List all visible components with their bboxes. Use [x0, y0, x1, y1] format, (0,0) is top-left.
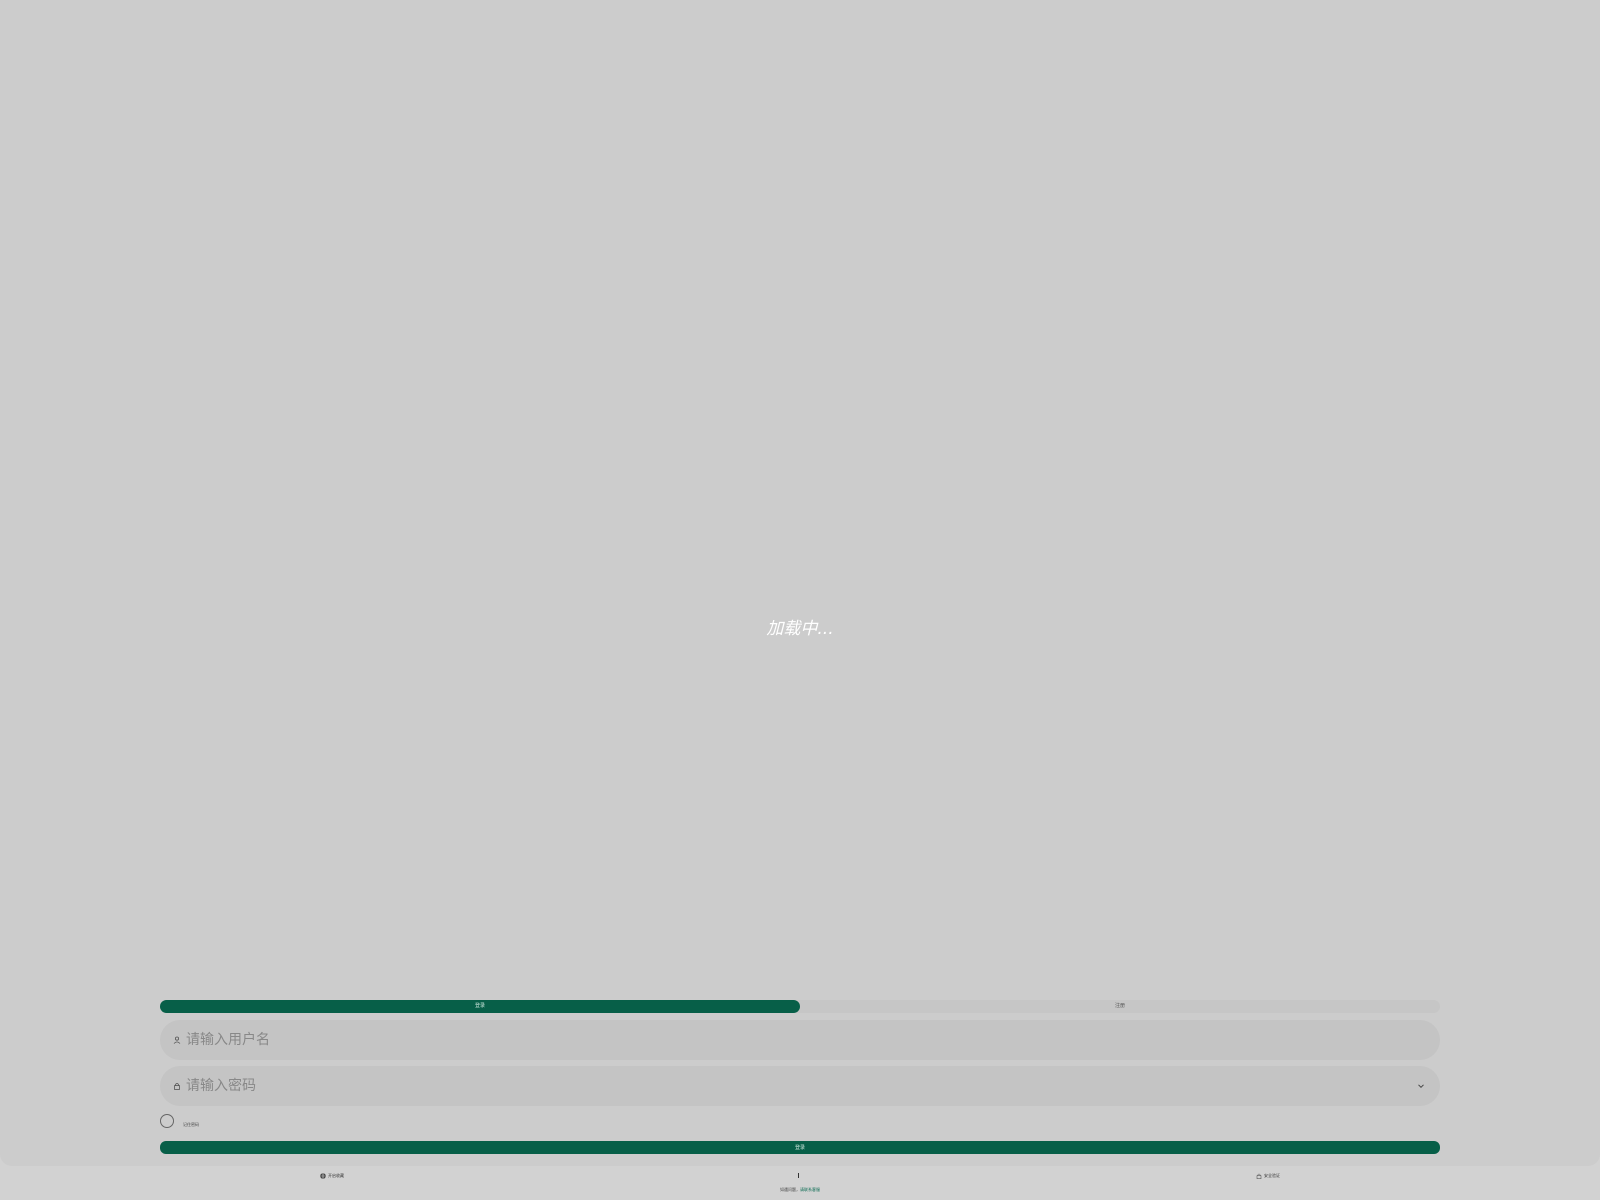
contact-support-link[interactable]: 请联系客服	[800, 1187, 820, 1192]
user-icon	[172, 1035, 182, 1045]
tab-login[interactable]: 登录	[160, 1000, 800, 1013]
footer-favorite-link[interactable]: 开启收藏	[320, 1172, 344, 1180]
username-field[interactable]	[160, 1020, 1440, 1060]
username-input[interactable]	[186, 1025, 1426, 1055]
password-field[interactable]	[160, 1066, 1440, 1106]
lock-icon	[1256, 1173, 1262, 1179]
footer-divider	[798, 1173, 799, 1178]
chevron-down-icon[interactable]	[1416, 1081, 1426, 1091]
lock-icon	[172, 1081, 182, 1091]
remember-password[interactable]: 记住密码	[160, 1113, 199, 1129]
remember-radio[interactable]	[160, 1114, 174, 1128]
remember-label: 记住密码	[183, 1121, 199, 1127]
tab-register[interactable]: 注册	[800, 1000, 1440, 1013]
footer-note-text: 如遇问题，	[780, 1187, 800, 1192]
globe-icon	[320, 1173, 326, 1179]
footer-note: 如遇问题，请联系客服	[0, 1187, 1600, 1193]
main-panel: 加载中... 登录 注册 记住密码 登录	[0, 0, 1600, 1166]
loading-indicator: 加载中...	[766, 619, 834, 639]
password-input[interactable]	[186, 1071, 1416, 1101]
footer-left-label: 开启收藏	[328, 1173, 344, 1178]
footer-right-label: 安全验证	[1264, 1173, 1280, 1178]
auth-tabs: 登录 注册	[160, 1000, 1440, 1013]
footer-security-link[interactable]: 安全验证	[1256, 1172, 1280, 1180]
login-button[interactable]: 登录	[160, 1141, 1440, 1154]
